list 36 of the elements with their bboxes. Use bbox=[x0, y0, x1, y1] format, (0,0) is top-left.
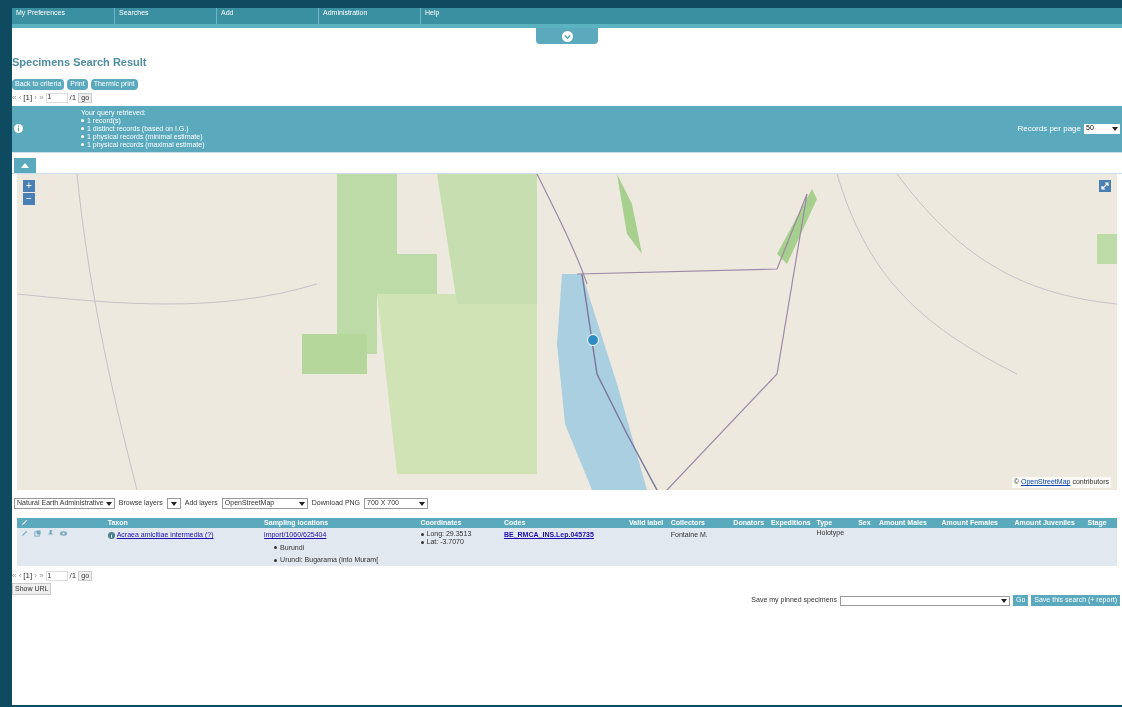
caret-icon bbox=[105, 501, 112, 506]
toggle-button[interactable] bbox=[536, 28, 598, 44]
records-per-page-label: Records per page bbox=[1017, 122, 1081, 135]
first-prev-link[interactable]: « ‹ bbox=[12, 570, 22, 582]
copy-icon[interactable] bbox=[34, 530, 41, 537]
pin-icon[interactable] bbox=[47, 530, 54, 537]
bullet-icon bbox=[81, 127, 84, 130]
map-marker-icon bbox=[587, 333, 599, 346]
bullet-icon bbox=[274, 546, 278, 550]
caret-icon bbox=[298, 501, 305, 506]
collapse-button[interactable] bbox=[14, 157, 36, 173]
caret-icon bbox=[1000, 598, 1007, 603]
next-last-link[interactable]: › » bbox=[34, 91, 44, 104]
pinned-specimens-select[interactable] bbox=[839, 595, 1010, 606]
bullet-icon bbox=[420, 540, 424, 544]
next-last-link[interactable]: › » bbox=[34, 570, 44, 582]
caret-icon bbox=[170, 501, 177, 506]
browse-layers-select[interactable] bbox=[166, 498, 181, 509]
caret-up-icon bbox=[21, 162, 29, 168]
eye-icon[interactable] bbox=[60, 530, 67, 537]
bullet-icon bbox=[81, 135, 84, 138]
chevron-down-icon bbox=[561, 30, 573, 42]
info-icon[interactable] bbox=[107, 531, 115, 539]
bullet-icon bbox=[81, 119, 84, 122]
page-total: /1 bbox=[69, 570, 77, 582]
current-page: [1] bbox=[23, 570, 33, 582]
bullet-icon bbox=[420, 532, 424, 536]
bullet-icon bbox=[274, 558, 278, 562]
expand-icon bbox=[1101, 181, 1109, 190]
caret-icon bbox=[419, 501, 426, 506]
current-page: [1] bbox=[23, 91, 33, 104]
first-prev-link[interactable]: « ‹ bbox=[12, 91, 22, 104]
bullet-icon bbox=[81, 143, 84, 146]
page-title: Specimens Search Result bbox=[12, 55, 147, 70]
caret-icon bbox=[1112, 126, 1118, 131]
page-total: /1 bbox=[69, 91, 77, 104]
